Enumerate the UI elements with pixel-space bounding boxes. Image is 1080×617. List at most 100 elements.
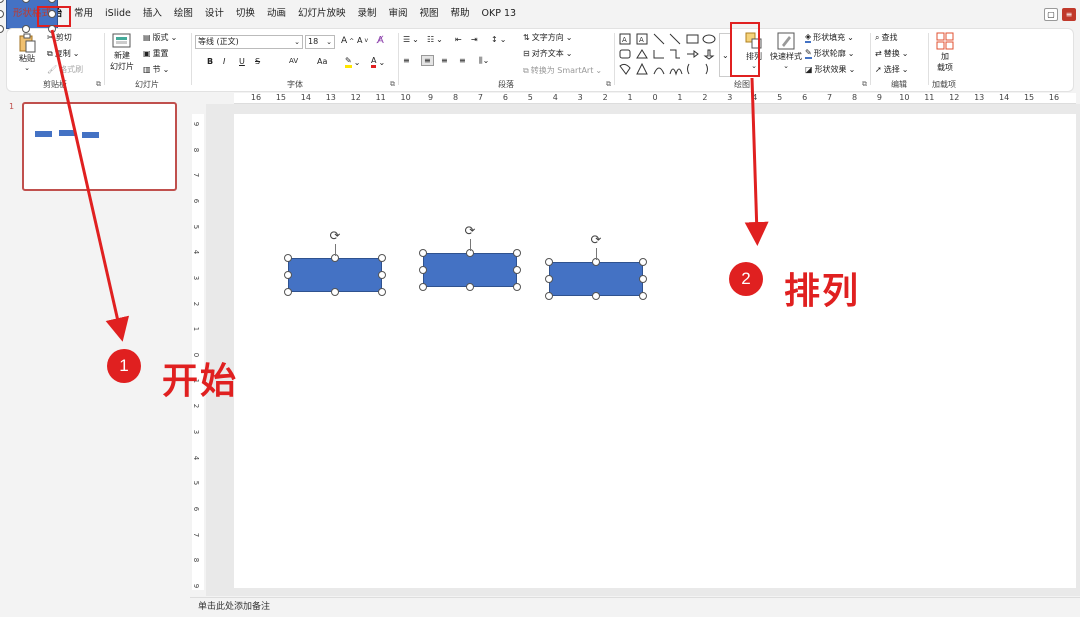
tab-design[interactable]: 设计 bbox=[199, 0, 230, 28]
share-icon[interactable]: ≡ bbox=[1062, 8, 1076, 21]
resize-handle[interactable] bbox=[513, 249, 521, 257]
numbering-button[interactable]: ☷ ⌄ bbox=[427, 35, 443, 44]
resize-handle[interactable] bbox=[0, 25, 4, 33]
shapes-gallery[interactable]: A A bbox=[619, 33, 719, 79]
resize-handle[interactable] bbox=[419, 249, 427, 257]
dialog-launcher-icon[interactable]: ⧉ bbox=[606, 80, 611, 89]
tab-islide[interactable]: iSlide bbox=[99, 0, 137, 28]
reset-button[interactable]: ▣ 重置 bbox=[143, 48, 169, 59]
tab-insert[interactable]: 插入 bbox=[137, 0, 168, 28]
find-button[interactable]: ⌕ 查找 bbox=[875, 32, 897, 43]
tab-record[interactable]: 录制 bbox=[351, 0, 382, 28]
comment-icon[interactable]: ▢ bbox=[1044, 8, 1058, 21]
char-spacing-button[interactable]: AV bbox=[289, 57, 298, 65]
copy-button[interactable]: ⧉ 复制 ⌄ bbox=[47, 48, 79, 59]
bold-button[interactable]: B bbox=[207, 57, 213, 66]
select-button[interactable]: ➚ 选择 ⌄ bbox=[875, 64, 908, 75]
resize-handle[interactable] bbox=[466, 283, 474, 291]
resize-handle[interactable] bbox=[639, 292, 647, 300]
rectangle-shape-2[interactable] bbox=[423, 253, 517, 287]
align-left-button[interactable]: ≡ bbox=[403, 56, 410, 65]
tab-help[interactable]: 帮助 bbox=[445, 0, 476, 28]
ruler-tick-label: 13 bbox=[325, 93, 336, 102]
underline-button[interactable]: U bbox=[239, 57, 245, 66]
italic-button[interactable]: I bbox=[223, 57, 225, 66]
highlight-color-button[interactable]: ✎ ⌄ bbox=[345, 56, 360, 68]
tab-okp[interactable]: OKP 13 bbox=[476, 0, 523, 28]
dialog-launcher-icon[interactable]: ⧉ bbox=[96, 80, 101, 89]
dialog-launcher-icon[interactable]: ⧉ bbox=[862, 80, 867, 89]
format-painter-button[interactable]: 🖌 格式刷 bbox=[47, 64, 83, 75]
rotate-handle-icon[interactable]: ⟳ bbox=[328, 230, 342, 244]
cut-button[interactable]: ✂ 剪切 bbox=[47, 32, 72, 43]
menu-tabs: 文件 开始 常用 iSlide 插入 绘图 设计 切换 动画 幻灯片放映 录制 … bbox=[6, 0, 523, 29]
slide-canvas[interactable] bbox=[234, 114, 1076, 588]
align-text-button[interactable]: ⊟ 对齐文本 ⌄ bbox=[523, 48, 572, 59]
tab-transitions[interactable]: 切换 bbox=[230, 0, 261, 28]
paste-button[interactable]: 粘贴 ⌄ bbox=[13, 33, 41, 72]
tab-review[interactable]: 审阅 bbox=[382, 0, 413, 28]
resize-handle[interactable] bbox=[48, 25, 56, 33]
shape-effects-button[interactable]: ◪ 形状效果 ⌄ bbox=[805, 64, 855, 75]
increase-indent-button[interactable]: ⇥ bbox=[471, 35, 478, 44]
resize-handle[interactable] bbox=[513, 283, 521, 291]
font-name-select[interactable]: 等线 (正文) ⌄ bbox=[195, 35, 303, 49]
grow-font-button[interactable]: A ^ bbox=[341, 36, 354, 46]
resize-handle[interactable] bbox=[378, 288, 386, 296]
tab-view[interactable]: 视图 bbox=[414, 0, 445, 28]
smartart-button[interactable]: ⧉ 转换为 SmartArt ⌄ bbox=[523, 65, 602, 76]
align-right-button[interactable]: ≡ bbox=[441, 56, 448, 65]
slide-thumbnail[interactable] bbox=[22, 102, 177, 191]
shrink-font-button[interactable]: Av bbox=[357, 36, 368, 45]
justify-button[interactable]: ≡ bbox=[459, 56, 466, 65]
resize-handle[interactable] bbox=[378, 254, 386, 262]
line-spacing-button[interactable]: ↕ ⌄ bbox=[491, 35, 506, 44]
rotate-handle-icon[interactable]: ⟳ bbox=[463, 225, 477, 239]
layout-button[interactable]: ▤ 版式 ⌄ bbox=[143, 32, 177, 43]
resize-handle[interactable] bbox=[331, 288, 339, 296]
decrease-indent-button[interactable]: ⇤ bbox=[455, 35, 462, 44]
resize-handle[interactable] bbox=[22, 25, 30, 33]
tab-draw[interactable]: 绘图 bbox=[168, 0, 199, 28]
new-slide-button[interactable]: 新建 幻灯片 bbox=[107, 32, 137, 72]
tab-animations[interactable]: 动画 bbox=[261, 0, 292, 28]
addins-button[interactable]: 加 载项 bbox=[931, 31, 959, 73]
bullets-button[interactable]: ☰ ⌄ bbox=[403, 35, 419, 44]
resize-handle[interactable] bbox=[284, 254, 292, 262]
text-direction-button[interactable]: ⇅ 文字方向 ⌄ bbox=[523, 32, 572, 43]
align-center-button[interactable]: ≡ bbox=[421, 55, 434, 66]
resize-handle[interactable] bbox=[513, 266, 521, 274]
resize-handle[interactable] bbox=[639, 275, 647, 283]
change-case-button[interactable]: Aa bbox=[317, 57, 327, 66]
clear-format-button[interactable]: A̸ bbox=[377, 35, 384, 46]
tab-common[interactable]: 常用 bbox=[68, 0, 99, 28]
columns-button[interactable]: ⫼⌄ bbox=[479, 56, 489, 66]
resize-handle[interactable] bbox=[639, 258, 647, 266]
quick-styles-button[interactable]: 快速样式 ⌄ bbox=[769, 31, 803, 70]
resize-handle[interactable] bbox=[378, 271, 386, 279]
shape-fill-button[interactable]: ◈ 形状填充 ⌄ bbox=[805, 32, 854, 43]
font-color-button[interactable]: A ⌄ bbox=[371, 56, 385, 68]
dialog-launcher-icon[interactable]: ⧉ bbox=[390, 80, 395, 89]
font-size-select[interactable]: 18 ⌄ bbox=[305, 35, 335, 49]
rotate-handle-icon[interactable]: ⟳ bbox=[589, 234, 603, 248]
tab-slideshow[interactable]: 幻灯片放映 bbox=[292, 0, 352, 28]
resize-handle[interactable] bbox=[48, 10, 56, 18]
rectangle-shape-3[interactable] bbox=[549, 262, 643, 296]
resize-handle[interactable] bbox=[419, 266, 427, 274]
replace-button[interactable]: ⇄ 替换 ⌄ bbox=[875, 48, 908, 59]
shape-outline-button[interactable]: ✎ 形状轮廓 ⌄ bbox=[805, 48, 854, 59]
section-icon: ▥ bbox=[143, 65, 151, 74]
resize-handle[interactable] bbox=[419, 283, 427, 291]
resize-handle[interactable] bbox=[545, 292, 553, 300]
section-button[interactable]: ▥ 节 ⌄ bbox=[143, 64, 169, 75]
resize-handle[interactable] bbox=[284, 288, 292, 296]
rectangle-shape-1[interactable] bbox=[288, 258, 382, 292]
window-icons: ▢ ≡ bbox=[1044, 8, 1076, 21]
resize-handle[interactable] bbox=[592, 292, 600, 300]
notes-pane[interactable]: 单击此处添加备注 bbox=[190, 597, 1080, 617]
resize-handle[interactable] bbox=[284, 271, 292, 279]
strikethrough-button[interactable]: S bbox=[255, 57, 260, 66]
resize-handle[interactable] bbox=[545, 258, 553, 266]
resize-handle[interactable] bbox=[545, 275, 553, 283]
